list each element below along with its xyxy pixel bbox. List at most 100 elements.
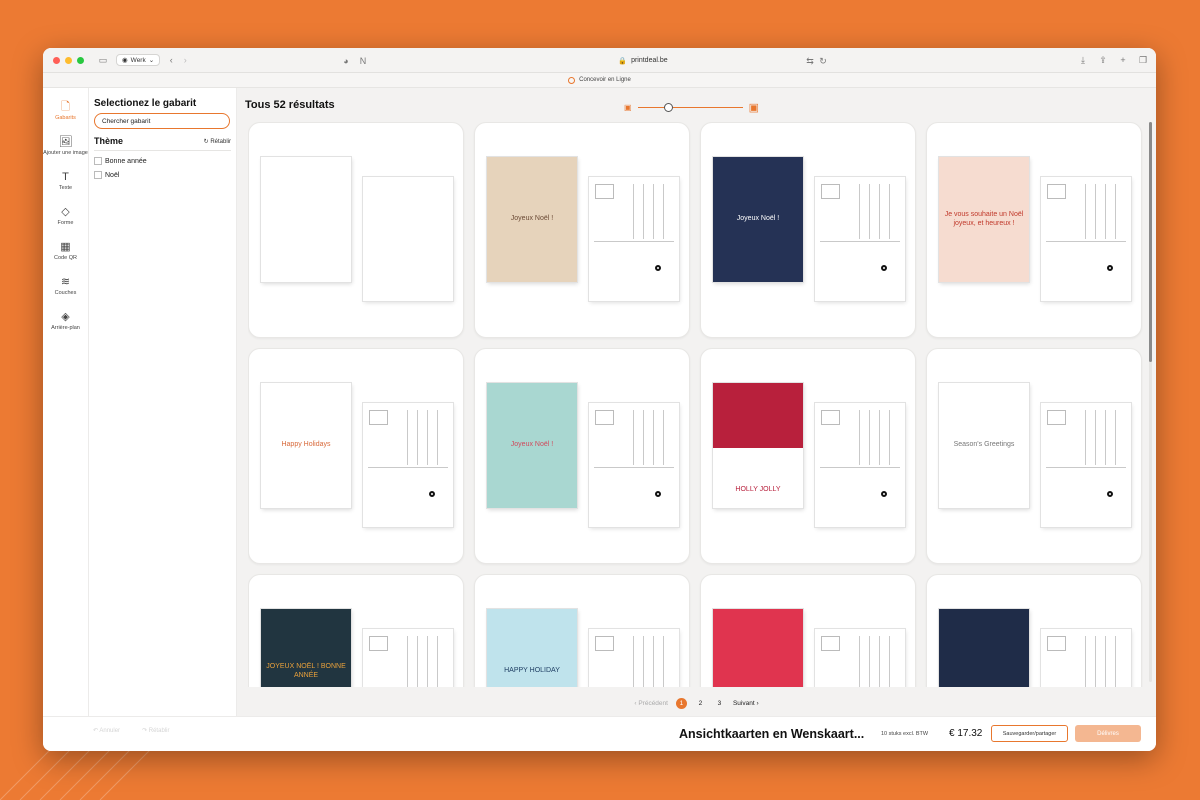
stamp-box [1047,184,1066,199]
stamp-box [821,184,840,199]
forward-arrow-icon[interactable]: › [178,53,192,67]
undo-label: Annuler [99,728,121,734]
large-image-icon: ▣ [748,101,759,114]
zoom-track[interactable] [637,102,743,112]
notion-icon[interactable]: N [356,54,370,68]
card-front-text: Joyeux Noël ! [736,215,780,223]
undo-button[interactable]: ↶ Annuler [93,727,120,734]
template-card[interactable]: JOYEUX NOËL ! BONNE ANNÉE [248,574,464,687]
image-icon: 🖼 [58,136,73,148]
rail-item-layers[interactable]: ≋ Couches [43,269,88,304]
card-front-preview: Happy Holidays [261,383,351,508]
save-share-button[interactable]: Sauvegarder/partager [991,725,1068,742]
template-card[interactable]: Happy Holidays [248,348,464,564]
card-back-preview [815,177,905,301]
download-icon[interactable]: ⤓ [1076,53,1090,67]
scrollbar-thumb[interactable] [1149,122,1152,362]
card-front-preview: HAPPY HOLIDAY [487,609,577,687]
next-page-button[interactable]: Suivant › [733,700,759,707]
template-card[interactable]: Joyeux Noël ! [474,348,690,564]
filter-checkbox[interactable] [94,157,102,165]
rail-item-shape[interactable]: ◇ Forme [43,199,88,234]
template-card[interactable]: HOLLY JOLLY [700,348,916,564]
back-arrow-icon[interactable]: ‹ [164,53,178,67]
address-line [663,184,664,239]
page-1-button[interactable]: 1 [675,697,687,709]
share-icon[interactable]: ⇪ [1096,53,1110,67]
rail-item-text[interactable]: T Texte [43,164,88,199]
rail-item-qr-code[interactable]: ▦ Code QR [43,234,88,269]
new-tab-icon[interactable]: + [1116,53,1130,67]
address-line [1095,636,1096,687]
template-card[interactable] [926,574,1142,687]
template-card[interactable]: Season's Greetings [926,348,1142,564]
rail-item-image[interactable]: 🖼 Ajouter une image [43,129,88,164]
tab-overview-icon[interactable]: ❐ [1136,53,1150,67]
template-card[interactable]: Je vous souhaite un Noël joyeux, et heur… [926,122,1142,338]
address-line [663,636,664,687]
filter-checkbox[interactable] [94,171,102,179]
results-scrollbar[interactable] [1149,122,1152,682]
redo-button[interactable]: ↷ Rétablir [142,727,169,734]
filter-bonne-annee[interactable]: Bonne année [94,157,231,165]
stamp-box [595,410,614,425]
template-grid: Joyeux Noël ! Joyeux Noël ! Je vous souhai… [248,122,1143,687]
address-line [1105,636,1106,687]
results-title: Tous 52 résultats [245,99,335,111]
filter-label: Bonne année [105,157,147,165]
address-line [879,184,880,239]
card-front-preview [939,609,1029,687]
rail-item-template[interactable]: 🗋 Gabarits [43,94,88,129]
pagination: ‹ Précédent 1 2 3 Suivant › [237,694,1156,712]
close-window-button[interactable] [53,56,60,64]
address-line [889,184,890,239]
next-label: Suivant [732,699,755,707]
rail-item-label: Gabarits [55,115,76,121]
address-line [653,184,654,239]
filter-noel[interactable]: Noël [94,171,231,179]
divider-line [1046,467,1126,468]
page-3-button[interactable]: 3 [714,698,725,709]
translate-icon[interactable]: ⇆ [803,54,817,68]
profile-selector[interactable]: ◉ Werk ⌄ [116,54,161,66]
quantity-text: 10 stuks excl. BTW [881,731,929,737]
stamp-box [1047,410,1066,425]
address-line [1105,184,1106,239]
card-front-preview [261,157,351,282]
card-front-preview: Je vous souhaite un Noël joyeux, et heur… [939,157,1029,282]
template-card[interactable]: Joyeux Noël ! [700,122,916,338]
address-line [869,184,870,239]
address-line [427,636,428,687]
template-search-input[interactable]: Chercher gabarit [94,113,230,129]
template-card[interactable]: HAPPY HOLIDAY [474,574,690,687]
previous-label: Précédent [638,699,668,707]
sidebar-toggle-icon[interactable]: ▭ [96,53,110,67]
divider-line [594,467,674,468]
printdeal-logo-icon [881,265,887,271]
small-image-icon: ▣ [624,102,632,112]
page-2-button[interactable]: 2 [695,698,706,709]
zoom-slider[interactable]: ▣ ▣ [624,101,759,114]
deliver-button[interactable]: Délivres [1075,725,1141,742]
zoom-knob[interactable] [663,102,673,112]
maximize-window-button[interactable] [77,56,84,64]
template-card[interactable]: Joyeux Noël ! [474,122,690,338]
stamp-box [369,410,388,425]
rail-item-paint-bucket[interactable]: ◈ Arrière-plan [43,304,88,339]
card-back-preview [815,403,905,527]
template-card[interactable] [700,574,916,687]
extension-icon[interactable]: ◕ [339,54,353,68]
address-line [1095,184,1096,239]
template-card[interactable] [248,122,464,338]
reload-icon[interactable]: ↻ [816,54,830,68]
card-front-preview: Joyeux Noël ! [487,383,577,508]
card-front-text: Joyeux Noël ! [510,441,554,449]
card-front-text: Happy Holidays [281,441,331,449]
filter-label: Noël [105,171,120,179]
reset-filters-button[interactable]: ↻ Rétablir [204,138,231,145]
rail-item-label: Forme [57,220,74,226]
card-front-text: Joyeux Noël ! [510,215,554,223]
previous-page-button[interactable]: ‹ Précédent [634,700,668,707]
address-line [879,636,880,687]
minimize-window-button[interactable] [65,56,72,64]
